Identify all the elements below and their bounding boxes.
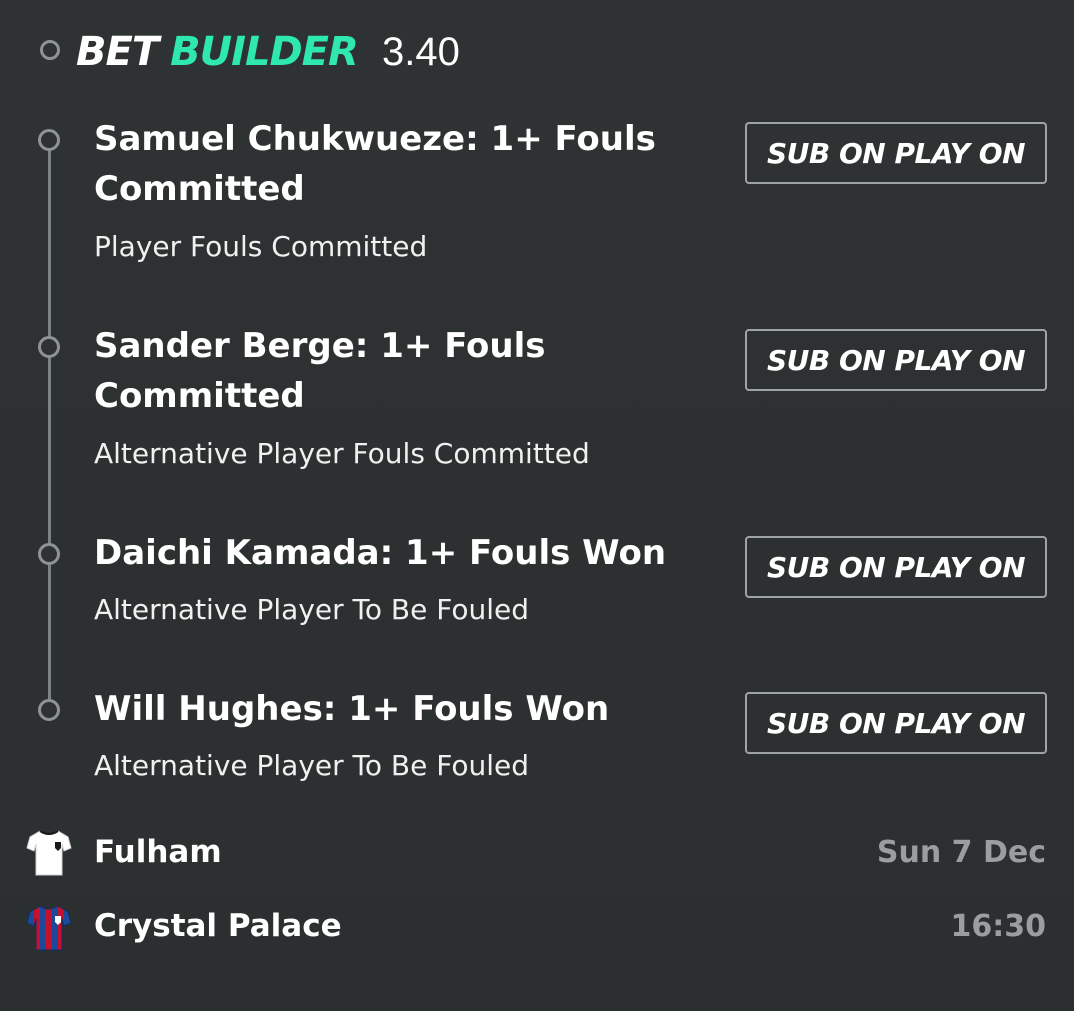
leg-market-name: Alternative Player To Be Fouled bbox=[94, 749, 530, 782]
sub-on-play-on-button[interactable]: SUB ON PLAY ON bbox=[745, 692, 1047, 754]
timeline-dot-icon bbox=[38, 543, 60, 565]
fulham-shirt-icon bbox=[26, 830, 72, 876]
leg-market-name: Alternative Player Fouls Committed bbox=[94, 437, 590, 470]
home-team-name: Fulham bbox=[94, 834, 222, 870]
timeline-dot-icon bbox=[38, 699, 60, 721]
timeline-line bbox=[48, 140, 51, 712]
leg-selection-title: Will Hughes: 1+ Fouls Won bbox=[94, 689, 610, 729]
brand-bet: BET bbox=[76, 29, 159, 75]
leg-market-name: Alternative Player To Be Fouled bbox=[94, 593, 530, 626]
sub-on-play-on-button[interactable]: SUB ON PLAY ON bbox=[745, 122, 1047, 184]
header-circle-icon bbox=[40, 40, 60, 60]
away-team-name: Crystal Palace bbox=[94, 908, 342, 944]
match-time: 16:30 bbox=[950, 909, 1047, 944]
match-date: Sun 7 Dec bbox=[876, 835, 1046, 870]
timeline-dot-icon bbox=[38, 129, 60, 151]
sub-on-play-on-button[interactable]: SUB ON PLAY ON bbox=[745, 329, 1047, 391]
crystal-palace-shirt-icon bbox=[26, 905, 72, 951]
bet-builder-header: BET BUILDER 3.40 bbox=[0, 0, 1074, 100]
combined-odds: 3.40 bbox=[382, 30, 460, 74]
home-team-row: Fulham Sun 7 Dec bbox=[0, 826, 1074, 882]
bet-builder-logo: BET BUILDER bbox=[76, 28, 359, 76]
leg-selection-title: Sander Berge: 1+ Fouls Committed bbox=[94, 326, 546, 416]
sub-on-play-on-button[interactable]: SUB ON PLAY ON bbox=[745, 536, 1047, 598]
leg-market-name: Player Fouls Committed bbox=[94, 230, 428, 263]
leg-selection-title: Samuel Chukwueze: 1+ Fouls Committed bbox=[94, 119, 656, 209]
timeline-dot-icon bbox=[38, 336, 60, 358]
away-team-row: Crystal Palace 16:30 bbox=[0, 900, 1074, 956]
brand-builder: BUILDER bbox=[170, 29, 359, 75]
leg-selection-title: Daichi Kamada: 1+ Fouls Won bbox=[94, 533, 667, 573]
